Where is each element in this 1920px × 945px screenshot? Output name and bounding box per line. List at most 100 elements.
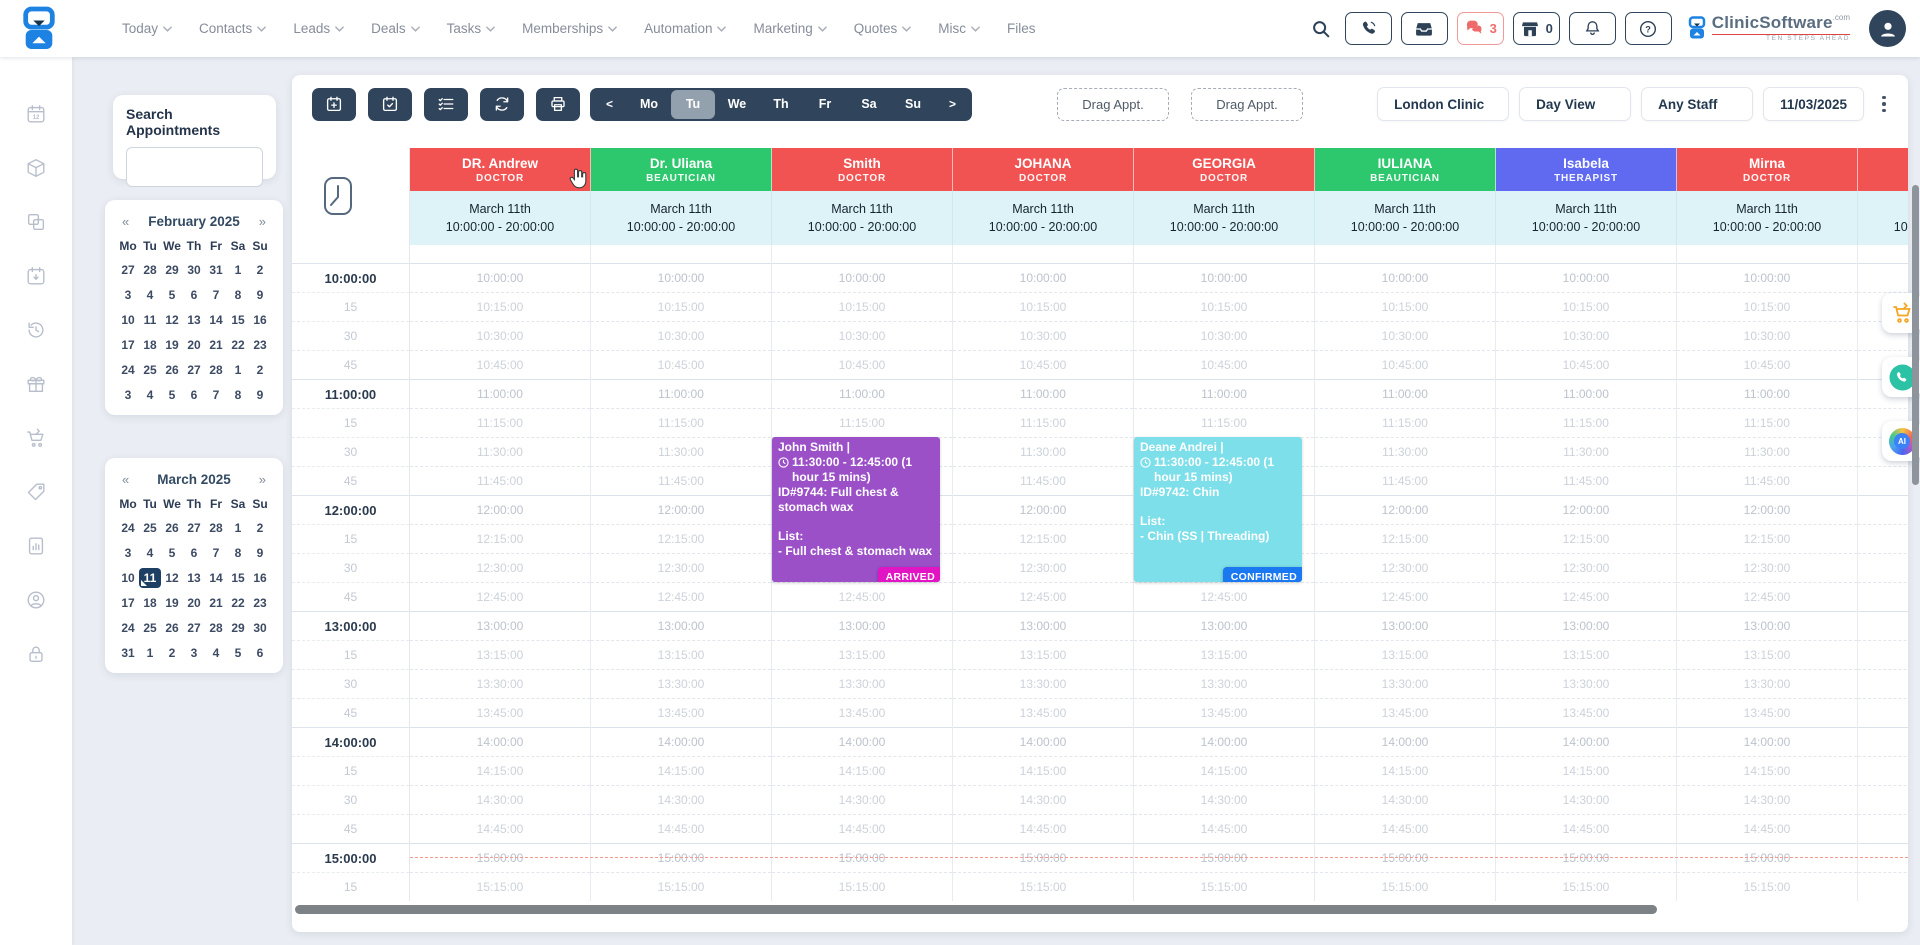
nav-item-marketing[interactable]: Marketing	[753, 21, 826, 36]
calendar-day[interactable]: 1	[139, 643, 161, 663]
slot-cell[interactable]: 12:30:00	[1315, 553, 1495, 582]
calendar-day[interactable]: 4	[205, 643, 227, 663]
staff-shift-info[interactable]: March 11th10:00:00 - 20:00:00	[591, 191, 772, 245]
slot-cell[interactable]: 14:15:00	[1134, 756, 1314, 785]
slot-cell[interactable]: 13:15:00	[410, 640, 590, 669]
staff-header[interactable]: SmithDOCTOR	[772, 148, 953, 191]
calendar-day[interactable]: 21	[205, 335, 227, 355]
calendar-day[interactable]: 20	[183, 335, 205, 355]
slot-cell[interactable]: 15:00:00	[591, 843, 771, 872]
slot-cell[interactable]: 11:45:00	[1677, 466, 1857, 495]
slot-cell[interactable]: 12:45:00	[591, 582, 771, 611]
calendar-day[interactable]: 4	[139, 285, 161, 305]
slot-cell[interactable]: 14:30:00	[1315, 785, 1495, 814]
slot-cell[interactable]: 10:00:00	[1315, 263, 1495, 292]
slot-cell[interactable]: 14:30:00	[410, 785, 590, 814]
slot-cell[interactable]: 14:30:00	[1134, 785, 1314, 814]
slot-cell[interactable]: 13:30:00	[591, 669, 771, 698]
slot-cell[interactable]: 13:30:00	[1496, 669, 1676, 698]
calendar-day[interactable]: 9	[249, 285, 271, 305]
slot-cell[interactable]: 12:30:00	[591, 553, 771, 582]
slot-cell[interactable]: 12:30:00	[953, 553, 1133, 582]
slot-cell[interactable]: 10:45:00	[1677, 350, 1857, 379]
calendar-day[interactable]: 2	[161, 643, 183, 663]
slot-cell[interactable]: 12:30:00	[410, 553, 590, 582]
slot-cell[interactable]: 10:45:00	[410, 350, 590, 379]
slot-cell[interactable]: 12:00:00	[1496, 495, 1676, 524]
filter-london-clinic[interactable]: London Clinic	[1377, 87, 1509, 121]
slot-cell[interactable]: 14:15:00	[1496, 756, 1676, 785]
calendar-day[interactable]: 22	[227, 593, 249, 613]
slot-cell[interactable]: 12:30:00	[1858, 553, 1908, 582]
slot-cell[interactable]: 12:15:00	[591, 524, 771, 553]
slot-cell[interactable]: 11:15:00	[772, 408, 952, 437]
day-tab-we[interactable]: We	[715, 90, 759, 119]
slot-cell[interactable]: 15:00:00	[1858, 843, 1908, 872]
calendar-day[interactable]: 6	[249, 643, 271, 663]
more-options-button[interactable]	[1876, 94, 1892, 114]
new-appointment-button[interactable]	[312, 88, 356, 121]
calendar-day[interactable]: 27	[183, 360, 205, 380]
staff-header[interactable]: DR. AndrewDOCTOR	[410, 148, 591, 191]
nav-item-today[interactable]: Today	[122, 21, 172, 36]
drag-appointment-button[interactable]: Drag Appt.	[1191, 88, 1303, 121]
slot-cell[interactable]: 10:00:00	[1677, 263, 1857, 292]
slot-cell[interactable]: 11:15:00	[1496, 408, 1676, 437]
slot-cell[interactable]: 13:00:00	[410, 611, 590, 640]
calendar-day[interactable]: 1	[227, 518, 249, 538]
calendar-day[interactable]: 19	[161, 335, 183, 355]
slot-cell[interactable]: 10:45:00	[772, 350, 952, 379]
calendar-day[interactable]: 23	[249, 593, 271, 613]
calendar-day[interactable]: 10	[117, 310, 139, 330]
calendar-day[interactable]: 14	[205, 568, 227, 588]
slot-cell[interactable]: 13:30:00	[410, 669, 590, 698]
calendar-day[interactable]: 2	[249, 518, 271, 538]
slot-cell[interactable]: 13:00:00	[1858, 611, 1908, 640]
slot-cell[interactable]: 14:45:00	[1677, 814, 1857, 843]
slot-cell[interactable]: 12:15:00	[953, 524, 1133, 553]
search-icon[interactable]	[1310, 18, 1332, 40]
slot-cell[interactable]: 13:15:00	[1315, 640, 1495, 669]
calendar-day[interactable]: 26	[161, 518, 183, 538]
nav-item-misc[interactable]: Misc	[938, 21, 980, 36]
slot-cell[interactable]: 13:45:00	[1496, 698, 1676, 727]
calendar-day[interactable]: 29	[161, 260, 183, 280]
slot-cell[interactable]: 14:45:00	[410, 814, 590, 843]
calendar-day[interactable]: 13	[183, 568, 205, 588]
slot-cell[interactable]: 15:15:00	[410, 872, 590, 901]
slot-cell[interactable]: 14:00:00	[591, 727, 771, 756]
slot-cell[interactable]: 12:15:00	[410, 524, 590, 553]
calendar-day[interactable]: 24	[117, 360, 139, 380]
slot-cell[interactable]: 10:30:00	[772, 321, 952, 350]
slot-cell[interactable]: 12:30:00	[1496, 553, 1676, 582]
calendar-day[interactable]: 8	[227, 285, 249, 305]
staff-header[interactable]: Dr. UlianaBEAUTICIAN	[591, 148, 772, 191]
slot-cell[interactable]: 15:15:00	[1677, 872, 1857, 901]
slot-cell[interactable]: 12:00:00	[410, 495, 590, 524]
shop-button[interactable]: 0	[1513, 12, 1560, 45]
slot-cell[interactable]: 13:45:00	[1134, 698, 1314, 727]
slot-cell[interactable]: 14:15:00	[591, 756, 771, 785]
app-logo[interactable]	[0, 6, 122, 52]
staff-header[interactable]: NDOCTOR	[1858, 148, 1908, 191]
calendar-prev-button[interactable]: «	[119, 214, 132, 229]
slot-cell[interactable]: 11:30:00	[410, 437, 590, 466]
slot-cell[interactable]: 13:15:00	[1858, 640, 1908, 669]
calendar-day[interactable]: 12	[161, 310, 183, 330]
calendar-day[interactable]: 29	[227, 618, 249, 638]
horizontal-scrollbar[interactable]	[295, 905, 1657, 914]
calendar-day[interactable]: 11	[139, 310, 161, 330]
slot-cell[interactable]: 11:00:00	[591, 379, 771, 408]
slot-cell[interactable]: 12:00:00	[1677, 495, 1857, 524]
calendar-day[interactable]: 19	[161, 593, 183, 613]
slot-cell[interactable]: 15:15:00	[1858, 872, 1908, 901]
calendar-day[interactable]: 5	[161, 285, 183, 305]
staff-header[interactable]: MirnaDOCTOR	[1677, 148, 1858, 191]
search-appointments-input[interactable]	[126, 147, 263, 187]
slot-cell[interactable]: 14:15:00	[1858, 756, 1908, 785]
slot-cell[interactable]: 11:15:00	[1134, 408, 1314, 437]
calendar-day[interactable]: 3	[117, 385, 139, 405]
calendar-day[interactable]: 25	[139, 618, 161, 638]
calendar-day[interactable]: 9	[249, 385, 271, 405]
chat-button[interactable]: 3	[1457, 12, 1504, 45]
